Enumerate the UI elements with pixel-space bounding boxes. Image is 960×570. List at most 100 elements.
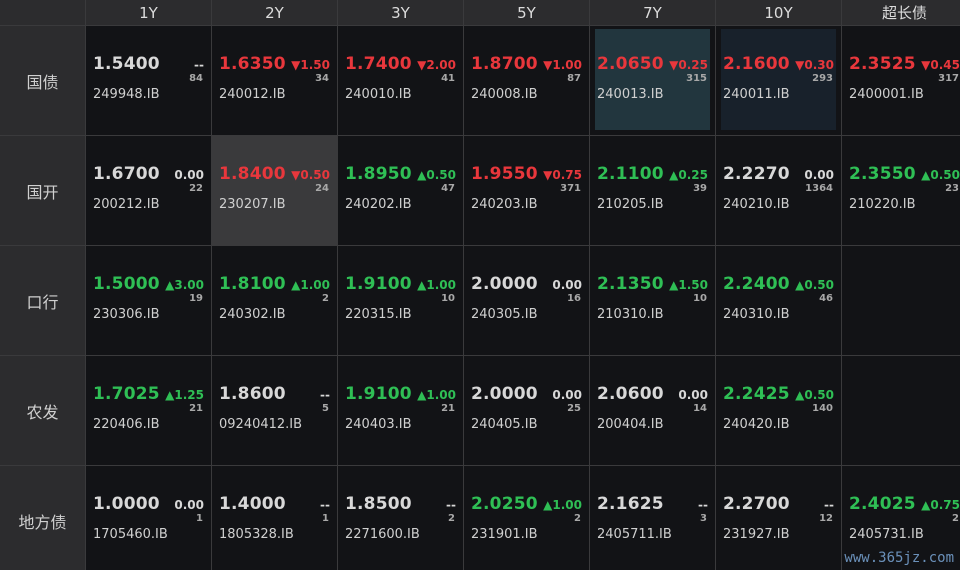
quote-cell[interactable]: 1.4000 -- 1 1805328.IB [212, 466, 337, 570]
quote-cell[interactable]: 1.8100 ▲1.00 2 240302.IB [212, 246, 337, 355]
yield-value: 2.0650 [597, 54, 664, 74]
quote-cell[interactable]: 2.2700 -- 12 231927.IB [716, 466, 841, 570]
bond-code: 2271600.IB [345, 527, 420, 542]
quote-cell[interactable]: 1.8400 ▼0.50 24 230207.IB [212, 136, 337, 245]
cell-highlight [590, 466, 715, 570]
quote-cell[interactable]: 1.7400 ▼2.00 41 240010.IB [338, 26, 463, 135]
quote-cell[interactable]: 1.8700 ▼1.00 87 240008.IB [464, 26, 589, 135]
quote-cell[interactable]: 2.3525 ▼0.45 317 2400001.IB [842, 26, 960, 135]
yield-value: 2.4025 [849, 494, 916, 514]
quote-cell[interactable]: 1.9100 ▲1.00 21 240403.IB [338, 356, 463, 465]
trade-count: 315 [686, 73, 707, 84]
quote-cell[interactable]: 2.0250 ▲1.00 2 231901.IB [464, 466, 589, 570]
yield-value: 1.8700 [471, 54, 538, 74]
bond-code: 240302.IB [219, 307, 286, 322]
bond-code: 220315.IB [345, 307, 412, 322]
row-label[interactable]: 国债 [0, 26, 85, 135]
quote-cell[interactable]: 1.5400 -- 84 249948.IB [86, 26, 211, 135]
yield-value: 1.5400 [93, 54, 160, 74]
bond-code: 1705460.IB [93, 527, 168, 542]
bond-code: 240011.IB [723, 87, 790, 102]
header-corner [0, 0, 85, 25]
trade-count: 21 [441, 403, 455, 414]
yield-change: ▲3.00 [165, 278, 204, 292]
quote-cell[interactable]: 2.2425 ▲0.50 140 240420.IB [716, 356, 841, 465]
trade-count: 1 [322, 513, 329, 524]
quote-cell[interactable]: 1.5000 ▲3.00 19 230306.IB [86, 246, 211, 355]
quote-cell[interactable]: 1.0000 0.00 1 1705460.IB [86, 466, 211, 570]
quote-cell[interactable]: 2.0600 0.00 14 200404.IB [590, 356, 715, 465]
yield-change: ▼1.50 [291, 58, 330, 72]
yield-change: ▲1.00 [291, 278, 330, 292]
bond-code: 240012.IB [219, 87, 286, 102]
yield-value: 1.8500 [345, 494, 412, 514]
yield-value: 1.5000 [93, 274, 160, 294]
quote-cell[interactable]: 1.8600 -- 5 09240412.IB [212, 356, 337, 465]
column-header-3y[interactable]: 3Y [338, 0, 463, 25]
row-label[interactable]: 口行 [0, 246, 85, 355]
quote-cell[interactable]: 1.8500 -- 2 2271600.IB [338, 466, 463, 570]
bond-code: 240210.IB [723, 197, 790, 212]
bond-code: 230207.IB [219, 197, 286, 212]
column-header-5y[interactable]: 5Y [464, 0, 589, 25]
trade-count: 12 [819, 513, 833, 524]
yield-change: 0.00 [174, 168, 204, 182]
yield-change: ▼0.50 [291, 168, 330, 182]
bond-code: 249948.IB [93, 87, 160, 102]
bond-code: 240420.IB [723, 417, 790, 432]
quote-cell[interactable]: 2.2400 ▲0.50 46 240310.IB [716, 246, 841, 355]
bond-code: 240305.IB [471, 307, 538, 322]
yield-change: ▲0.50 [921, 168, 960, 182]
quote-cell[interactable]: 2.1625 -- 3 2405711.IB [590, 466, 715, 570]
bond-code: 240008.IB [471, 87, 538, 102]
yield-change: ▲1.00 [543, 498, 582, 512]
yield-change: ▼1.00 [543, 58, 582, 72]
column-header-7y[interactable]: 7Y [590, 0, 715, 25]
bond-code: 220406.IB [93, 417, 160, 432]
yield-value: 1.0000 [93, 494, 160, 514]
bond-code: 230306.IB [93, 307, 160, 322]
quote-cell[interactable]: 2.3550 ▲0.50 23 210220.IB [842, 136, 960, 245]
trade-count: 19 [189, 293, 203, 304]
trade-count: 140 [812, 403, 833, 414]
trade-count: 2 [574, 513, 581, 524]
bond-code: 200404.IB [597, 417, 664, 432]
row-label[interactable]: 国开 [0, 136, 85, 245]
trade-count: 24 [315, 183, 329, 194]
quote-cell[interactable]: 1.9100 ▲1.00 10 220315.IB [338, 246, 463, 355]
trade-count: 22 [189, 183, 203, 194]
quote-cell[interactable]: 2.1350 ▲1.50 10 210310.IB [590, 246, 715, 355]
bond-code: 2405711.IB [597, 527, 672, 542]
yield-change: -- [320, 388, 330, 402]
quote-cell[interactable]: 1.6700 0.00 22 200212.IB [86, 136, 211, 245]
row-label[interactable]: 农发 [0, 356, 85, 465]
cell-highlight [86, 466, 211, 570]
column-header-超长债[interactable]: 超长债 [842, 0, 960, 25]
yield-value: 1.6350 [219, 54, 286, 74]
row-label[interactable]: 地方债 [0, 466, 85, 570]
quote-cell[interactable]: 1.8950 ▲0.50 47 240202.IB [338, 136, 463, 245]
quote-cell[interactable]: 2.2270 0.00 1364 240210.IB [716, 136, 841, 245]
quote-cell[interactable]: 2.0000 0.00 25 240405.IB [464, 356, 589, 465]
trade-count: 5 [322, 403, 329, 414]
column-header-1y[interactable]: 1Y [86, 0, 211, 25]
column-header-2y[interactable]: 2Y [212, 0, 337, 25]
yield-change: ▲0.50 [795, 388, 834, 402]
column-header-10y[interactable]: 10Y [716, 0, 841, 25]
yield-value: 1.9100 [345, 384, 412, 404]
trade-count: 21 [189, 403, 203, 414]
quote-cell[interactable]: 1.6350 ▼1.50 34 240012.IB [212, 26, 337, 135]
quote-cell[interactable]: 2.1100 ▲0.25 39 210205.IB [590, 136, 715, 245]
yield-change: ▲0.25 [669, 168, 708, 182]
quote-cell[interactable]: 2.0000 0.00 16 240305.IB [464, 246, 589, 355]
cell-highlight [212, 246, 337, 355]
quote-cell[interactable]: 1.9550 ▼0.75 371 240203.IB [464, 136, 589, 245]
trade-count: 317 [938, 73, 959, 84]
quote-cell[interactable]: 1.7025 ▲1.25 21 220406.IB [86, 356, 211, 465]
yield-value: 2.0600 [597, 384, 664, 404]
trade-count: 84 [189, 73, 203, 84]
trade-count: 1364 [805, 183, 833, 194]
trade-count: 16 [567, 293, 581, 304]
quote-cell[interactable]: 2.0650 ▼0.25 315 240013.IB [590, 26, 715, 135]
quote-cell[interactable]: 2.1600 ▼0.30 293 240011.IB [716, 26, 841, 135]
